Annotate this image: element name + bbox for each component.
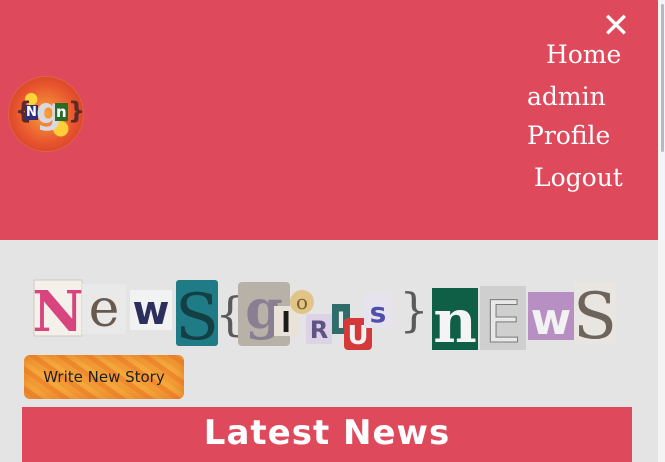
banner-letter: N <box>32 279 83 345</box>
banner-letter-text: n <box>433 287 477 354</box>
banner-letter-text: w <box>133 288 170 334</box>
write-new-story-label: Write New Story <box>43 368 165 386</box>
close-menu-button[interactable]: ✕ <box>598 8 634 44</box>
banner-letter-text: S <box>573 280 617 354</box>
banner-letter-text: s <box>370 296 387 329</box>
banner-letter: o <box>290 290 314 314</box>
banner-letter-text: w <box>531 294 572 345</box>
banner-letter: R <box>306 314 332 344</box>
write-new-story-button[interactable]: Write New Story <box>24 355 184 399</box>
banner-letter: E <box>480 286 526 354</box>
banner-letter-text: N <box>32 279 83 345</box>
banner-letter-text: S <box>175 281 219 354</box>
news-glorious-news-banner: N e w S { g l o R I U s} n E w S <box>32 277 617 354</box>
site-header <box>0 0 658 240</box>
nav-home-link[interactable]: Home <box>546 40 621 69</box>
banner-letter: } <box>399 283 428 337</box>
banner-letter: n <box>432 287 478 354</box>
logo-letter: } <box>68 97 84 125</box>
banner-letter-text: } <box>399 283 428 337</box>
banner-letter: w <box>528 292 574 345</box>
banner-letter-text: I <box>337 309 345 334</box>
banner-letter-text: e <box>89 279 120 339</box>
nav-admin-link[interactable]: admin <box>527 82 606 111</box>
site-logo[interactable]: { N g n } <box>8 76 84 152</box>
latest-news-title: Latest News <box>203 413 451 453</box>
banner-letter: w <box>130 288 172 334</box>
banner-letter: e <box>82 279 126 339</box>
banner-letter-text: E <box>485 288 522 354</box>
scrollbar-thumb[interactable] <box>661 4 664 152</box>
banner-letter: S <box>175 280 219 354</box>
nav-logout-link[interactable]: Logout <box>534 163 623 192</box>
banner-letter: s <box>364 294 392 329</box>
banner-letter-text: l <box>281 306 291 339</box>
nav-profile-link[interactable]: Profile <box>527 121 610 150</box>
banner-letter-text: R <box>310 316 328 344</box>
banner-letter: S <box>573 280 617 354</box>
banner-letter-text: o <box>296 290 308 314</box>
latest-news-header: Latest News <box>22 407 632 462</box>
logo-letter: n <box>55 103 68 121</box>
